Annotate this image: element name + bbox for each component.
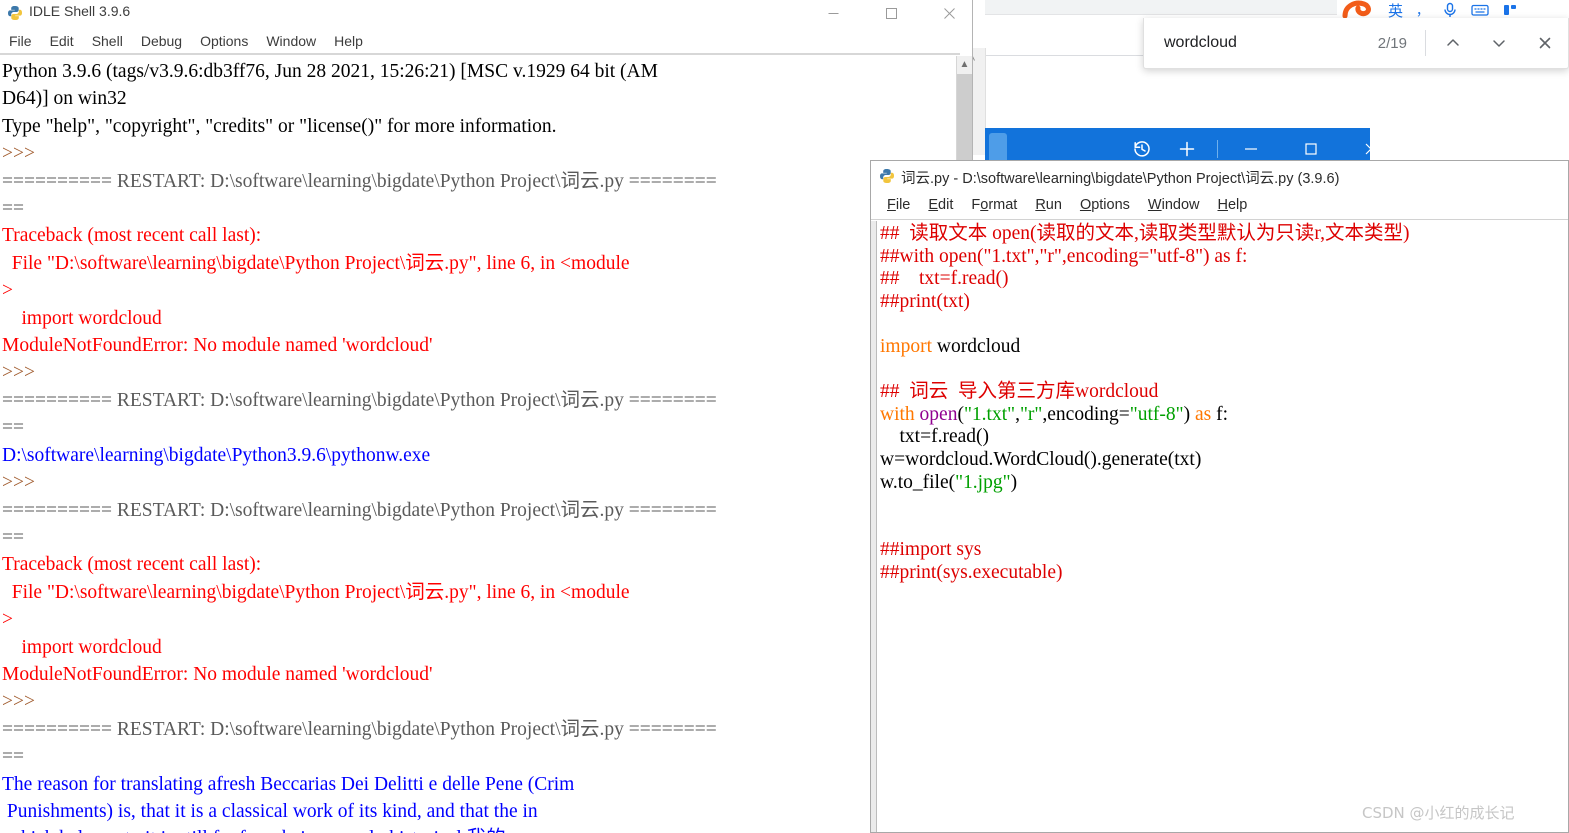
shell-line: The reason for translating afresh Beccar…: [2, 773, 575, 795]
menu-options[interactable]: Options: [191, 31, 257, 51]
shell-line: File "D:\software\learning\bigdate\Pytho…: [2, 581, 630, 603]
editor-code-line: [880, 359, 1568, 382]
shell-line: >: [2, 609, 13, 631]
shell-output-text: Python 3.9.6 (tags/v3.9.6:db3ff76, Jun 2…: [0, 56, 956, 833]
shell-line: Traceback (most recent call last):: [2, 225, 262, 247]
menu-help[interactable]: Help: [325, 31, 372, 51]
ime-mode-label[interactable]: 英: [1388, 3, 1403, 19]
find-bar-divider: [1425, 30, 1426, 56]
shell-line: >: [2, 280, 13, 302]
editor-code-line: [880, 494, 1568, 517]
python-idle-icon: [879, 168, 895, 184]
find-next-button[interactable]: [1476, 23, 1522, 63]
editor-code-line: w=wordcloud.WordCloud().generate(txt): [880, 448, 1202, 470]
shell-line: ==: [2, 198, 24, 220]
shell-maximize-button[interactable]: [868, 0, 914, 26]
shell-line: ModuleNotFoundError: No module named 'wo…: [2, 335, 433, 357]
shell-line: D:\software\learning\bigdate\Python3.9.6…: [2, 444, 431, 466]
shell-line: import wordcloud: [2, 307, 162, 329]
shell-line: ========== RESTART: D:\software\learning…: [2, 718, 717, 740]
find-match-count: 2/19: [1377, 34, 1407, 52]
shell-line: Python 3.9.6 (tags/v3.9.6:db3ff76, Jun 2…: [2, 61, 658, 82]
shell-line: ModuleNotFoundError: No module named 'wo…: [2, 663, 433, 685]
shell-menubar[interactable]: File Edit Shell Debug Options Window Help: [0, 28, 972, 53]
ime-punctuation-label[interactable]: ，: [1416, 5, 1429, 18]
shell-line: File "D:\software\learning\bigdate\Pytho…: [2, 252, 630, 274]
menu-help[interactable]: Help: [1209, 195, 1257, 215]
shell-line: ==: [2, 526, 24, 548]
shell-menubar-rule: [0, 53, 960, 55]
menu-window[interactable]: Window: [257, 31, 325, 51]
shell-line: >>>: [2, 691, 40, 713]
menu-file[interactable]: File: [878, 195, 919, 215]
editor-code-line: import wordcloud: [880, 335, 1021, 357]
editor-code-line: txt=f.read(): [880, 426, 990, 448]
shell-line: Traceback (most recent call last):: [2, 554, 262, 576]
editor-code-line: ##print(sys.executable): [880, 561, 1063, 583]
shell-line: Type "help", "copyright", "credits" or "…: [2, 115, 557, 137]
menu-shell[interactable]: Shell: [83, 31, 132, 51]
find-input[interactable]: [1164, 34, 1374, 52]
shell-line: >>>: [2, 143, 40, 165]
shell-title-text: IDLE Shell 3.9.6: [29, 3, 131, 19]
editor-menubar-rule: [871, 219, 1568, 220]
shell-line: ========== RESTART: D:\software\learning…: [2, 499, 717, 521]
find-previous-button[interactable]: [1430, 23, 1476, 63]
shell-line: D64)] on win32: [2, 88, 127, 110]
menu-options[interactable]: Options: [1071, 195, 1139, 215]
find-close-button[interactable]: [1522, 23, 1568, 63]
menu-format[interactable]: Format: [962, 195, 1026, 215]
editor-code-line: ## txt=f.read(): [880, 268, 1009, 290]
menu-file[interactable]: File: [0, 31, 41, 51]
menu-edit[interactable]: Edit: [41, 31, 83, 51]
shell-line: ==: [2, 417, 24, 439]
editor-code-line: w.to_file("1.jpg"): [880, 471, 1018, 493]
editor-code-text: ## 读取文本 open(读取的文本,读取类型默认为只读r,文本类型) ##wit…: [877, 221, 1568, 585]
editor-code-line: ##with open("1.txt","r",encoding="utf-8"…: [880, 245, 1248, 267]
shell-minimize-button[interactable]: [810, 0, 856, 26]
menu-window[interactable]: Window: [1139, 195, 1209, 215]
shell-line: which belongs to it is still far from be…: [2, 825, 956, 833]
keyboard-icon[interactable]: [1471, 3, 1489, 20]
shell-line: ==: [2, 746, 24, 768]
editor-code-line: ##import sys: [880, 539, 982, 561]
shell-line: >>>: [2, 362, 40, 384]
editor-code-line: with open("1.txt","r",encoding="utf-8") …: [880, 403, 1228, 425]
shell-line: ========== RESTART: D:\software\learning…: [2, 389, 717, 411]
csdn-watermark: CSDN @小红的成长记: [1362, 804, 1515, 822]
shell-line: >>>: [2, 472, 40, 494]
editor-code-line: ## 读取文本 open(读取的文本,读取类型默认为只读r,文本类型): [880, 223, 1410, 244]
editor-code-line: ## 词云 导入第三方库wordcloud: [880, 381, 1159, 403]
editor-code-area[interactable]: ## 读取文本 open(读取的文本,读取类型默认为只读r,文本类型) ##wit…: [877, 221, 1568, 832]
shell-output-area[interactable]: Python 3.9.6 (tags/v3.9.6:db3ff76, Jun 2…: [0, 56, 956, 833]
shell-line: Punishments) is, that it is a classical …: [2, 800, 538, 822]
menu-run[interactable]: Run: [1026, 195, 1071, 215]
blue-window-divider: [1217, 140, 1218, 158]
shell-line: import wordcloud: [2, 636, 162, 658]
editor-code-line: [880, 313, 1568, 336]
shell-line: ========== RESTART: D:\software\learning…: [2, 170, 717, 192]
find-bar[interactable]: 2/19: [1143, 18, 1569, 69]
editor-code-line: ##print(txt): [880, 290, 970, 312]
menu-debug[interactable]: Debug: [132, 31, 191, 51]
menu-edit[interactable]: Edit: [919, 195, 962, 215]
editor-title-text: 词云.py - D:\software\learning\bigdate\Pyt…: [901, 171, 1340, 187]
editor-code-line: [880, 517, 1568, 540]
editor-menubar[interactable]: File Edit Format Run Options Window Help: [871, 192, 1568, 218]
shell-close-button[interactable]: [926, 0, 972, 26]
python-idle-icon: [7, 5, 23, 21]
scroll-up-arrow-icon[interactable]: ▲: [957, 57, 972, 73]
